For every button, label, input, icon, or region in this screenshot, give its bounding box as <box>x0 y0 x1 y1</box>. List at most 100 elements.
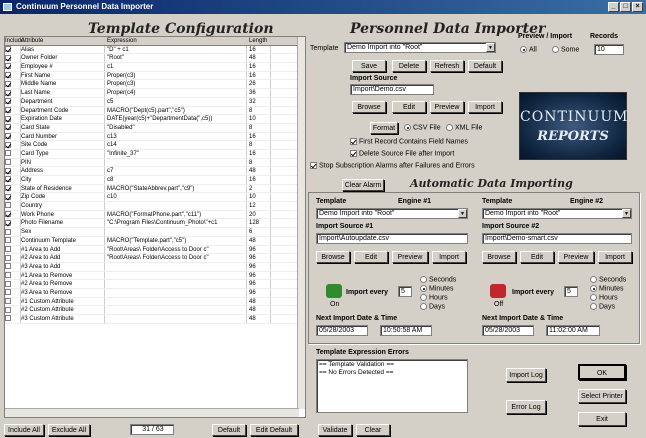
include-checkbox[interactable] <box>5 184 21 193</box>
grid-vertical-scrollbar[interactable] <box>297 37 305 409</box>
length-cell[interactable]: 48 <box>247 236 271 245</box>
include-checkbox[interactable] <box>5 202 21 210</box>
length-cell[interactable]: 128 <box>247 219 271 228</box>
engine2-unit-radio[interactable] <box>590 276 597 283</box>
expression-cell[interactable]: "Root\Areas\ Folder\Access to Door c" <box>105 254 247 262</box>
length-cell[interactable]: 12 <box>247 202 271 210</box>
expression-cell[interactable]: MACRO("StateAbbrev.part","c9") <box>105 184 247 193</box>
include-all-button[interactable]: Include All <box>4 424 44 436</box>
stop-subscription-checkbox[interactable]: Stop Subscription Alarms after Failures … <box>310 162 475 169</box>
table-row[interactable]: #3 Area to Add 96 <box>5 262 305 272</box>
include-check[interactable] <box>5 280 11 287</box>
engine2-status-icon[interactable] <box>490 284 506 298</box>
include-check[interactable] <box>5 298 11 305</box>
include-check[interactable] <box>5 202 11 209</box>
include-check[interactable] <box>5 228 11 235</box>
browse-button[interactable]: Browse <box>352 101 386 113</box>
include-checkbox[interactable] <box>5 193 21 202</box>
chevron-down-icon[interactable]: ▼ <box>622 209 631 218</box>
format-button[interactable]: Format <box>370 122 398 134</box>
xml-radio[interactable]: XML File <box>446 124 482 131</box>
include-check[interactable] <box>5 306 11 313</box>
engine1-every-field[interactable]: 5 <box>398 286 412 297</box>
expression-cell[interactable]: c10 <box>105 193 247 202</box>
engine2-every-field[interactable]: 5 <box>564 286 578 297</box>
expression-cell[interactable]: Proper(c3) <box>105 80 247 89</box>
include-checkbox[interactable] <box>5 280 21 288</box>
some-radio-dot[interactable] <box>552 46 559 53</box>
table-row[interactable]: Department Code MACRO("Dept(c5).part","c5… <box>5 106 305 116</box>
xml-radio-dot[interactable] <box>446 124 453 131</box>
table-row[interactable]: Sex 6 <box>5 228 305 237</box>
include-check[interactable] <box>5 219 11 226</box>
error-log-button[interactable]: Error Log <box>506 400 546 414</box>
include-check[interactable] <box>5 132 11 139</box>
include-checkbox[interactable] <box>5 158 21 167</box>
table-row[interactable]: #2 Area to Add "Root\Areas\ Folder\Access… <box>5 254 305 263</box>
table-row[interactable]: Country 12 <box>5 202 305 211</box>
length-cell[interactable]: 96 <box>247 288 271 297</box>
include-check[interactable] <box>5 185 11 192</box>
close-button[interactable]: × <box>632 2 643 12</box>
chevron-down-icon[interactable]: ▼ <box>458 209 467 218</box>
length-cell[interactable]: 8 <box>247 123 271 132</box>
grid-horizontal-scrollbar[interactable] <box>5 408 299 417</box>
select-printer-button[interactable]: Select Printer <box>578 389 626 403</box>
first-record-check[interactable] <box>350 138 357 145</box>
include-checkbox[interactable] <box>5 123 21 132</box>
exclude-all-button[interactable]: Exclude All <box>48 424 90 436</box>
engine2-time-field[interactable]: 11:02:00 AM <box>546 325 600 336</box>
expression-cell[interactable] <box>105 280 247 288</box>
table-row[interactable]: Address c7 48 <box>5 167 305 176</box>
include-check[interactable] <box>5 124 11 131</box>
edit-button[interactable]: Edit <box>392 101 426 113</box>
expression-cell[interactable]: "Infinite_37" <box>105 149 247 158</box>
length-cell[interactable]: 20 <box>247 210 271 219</box>
default-template-button[interactable]: Default <box>468 60 502 72</box>
engine2-preview-button[interactable]: Preview <box>558 251 594 263</box>
include-check[interactable] <box>5 193 11 200</box>
length-cell[interactable]: 16 <box>247 149 271 158</box>
engine2-import-button[interactable]: Import <box>598 251 632 263</box>
include-check[interactable] <box>5 150 11 157</box>
engine2-source-field[interactable]: Import\Demo-smart.csv <box>482 233 632 244</box>
clear-alarm-button[interactable]: Clear Alarm <box>342 179 384 191</box>
expression-cell[interactable] <box>105 228 247 236</box>
include-check[interactable] <box>5 115 11 122</box>
table-row[interactable]: Employee # c1 16 <box>5 63 305 72</box>
csv-radio[interactable]: CSV File <box>404 124 441 131</box>
expression-cell[interactable] <box>105 315 247 323</box>
expression-cell[interactable] <box>105 271 247 280</box>
include-check[interactable] <box>5 141 11 148</box>
include-checkbox[interactable] <box>5 45 21 54</box>
table-row[interactable]: Last Name Proper(c4) 36 <box>5 89 305 98</box>
expression-cell[interactable]: c7 <box>105 167 247 175</box>
refresh-button[interactable]: Refresh <box>430 60 464 72</box>
col-attribute[interactable]: Attribute <box>21 37 105 45</box>
exit-button[interactable]: Exit <box>578 412 626 426</box>
expression-cell[interactable] <box>105 262 247 271</box>
table-row[interactable]: City c8 16 <box>5 176 305 185</box>
engine2-unit-radio[interactable] <box>590 285 597 292</box>
length-cell[interactable]: 48 <box>247 167 271 175</box>
table-row[interactable]: Owner Folder "Root" 48 <box>5 54 305 64</box>
include-check[interactable] <box>5 237 11 244</box>
include-check[interactable] <box>5 159 11 166</box>
include-checkbox[interactable] <box>5 315 21 323</box>
length-cell[interactable]: 96 <box>247 271 271 280</box>
table-row[interactable]: #3 Custom Attribute 48 <box>5 315 305 324</box>
include-checkbox[interactable] <box>5 236 21 245</box>
table-row[interactable]: #1 Area to Add "Root\Areas\ Folder\Access… <box>5 245 305 255</box>
engine1-date-field[interactable]: 05/28/2003 <box>316 325 368 336</box>
include-checkbox[interactable] <box>5 254 21 262</box>
engine2-browse-button[interactable]: Browse <box>482 251 516 263</box>
first-record-checkbox[interactable]: First Record Contains Field Names <box>350 138 468 145</box>
include-checkbox[interactable] <box>5 219 21 228</box>
import-button[interactable]: Import <box>468 101 502 113</box>
engine1-time-field[interactable]: 10:50:58 AM <box>380 325 432 336</box>
expression-cell[interactable] <box>105 288 247 297</box>
engine2-unit-minutes[interactable]: Minutes <box>590 285 624 292</box>
length-cell[interactable]: 16 <box>247 63 271 71</box>
engine2-unit-hours[interactable]: Hours <box>590 294 618 301</box>
expression-cell[interactable] <box>105 306 247 314</box>
